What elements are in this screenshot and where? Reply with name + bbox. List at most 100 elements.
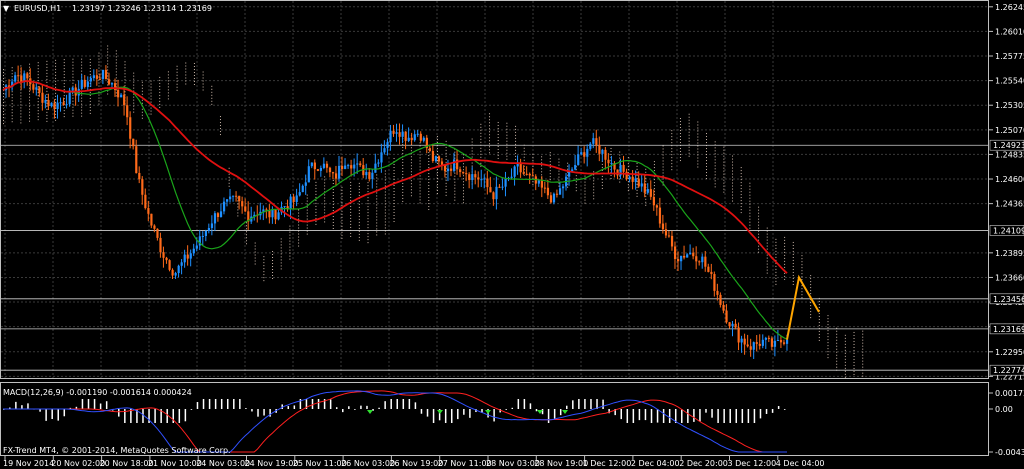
candle-body[interactable] [71, 87, 74, 91]
candle-body[interactable] [107, 79, 111, 85]
candle-body[interactable] [201, 235, 204, 237]
candle-body[interactable] [310, 162, 313, 167]
candle-body[interactable] [50, 103, 53, 106]
candle-body[interactable] [132, 138, 135, 147]
candle-body[interactable] [649, 189, 652, 197]
candle-body[interactable] [83, 79, 86, 87]
candle-body[interactable] [101, 69, 105, 79]
candle-body[interactable] [540, 180, 543, 188]
candle-body[interactable] [331, 172, 335, 174]
candle-body[interactable] [222, 201, 226, 212]
candle-body[interactable] [232, 195, 235, 197]
candle-body[interactable] [510, 176, 513, 178]
candle-body[interactable] [180, 262, 183, 266]
candle-body[interactable] [689, 252, 692, 255]
candle-body[interactable] [386, 142, 389, 149]
candle-body[interactable] [204, 230, 208, 236]
candle-body[interactable] [437, 156, 441, 162]
candle-body[interactable] [622, 164, 625, 172]
candle-body[interactable] [634, 178, 637, 182]
candle-body[interactable] [144, 194, 147, 209]
candle-body[interactable] [123, 94, 126, 106]
candle-body[interactable] [710, 271, 713, 275]
candle-body[interactable] [359, 163, 362, 166]
candle-body[interactable] [595, 138, 598, 145]
candle-body[interactable] [398, 132, 401, 137]
candle-body[interactable] [683, 255, 686, 258]
candle-body[interactable] [719, 294, 722, 305]
candle-body[interactable] [153, 225, 156, 229]
candle-body[interactable] [431, 150, 435, 162]
candle-body[interactable] [162, 252, 165, 258]
candle-body[interactable] [486, 178, 489, 188]
candle-body[interactable] [356, 163, 359, 165]
candle-body[interactable] [56, 102, 59, 109]
candle-body[interactable] [328, 167, 332, 173]
candle-body[interactable] [516, 163, 519, 167]
candle-body[interactable] [537, 180, 540, 184]
candle-body[interactable] [104, 69, 108, 80]
candle-body[interactable] [552, 193, 556, 203]
candle-body[interactable] [244, 206, 247, 212]
candle-body[interactable] [755, 342, 758, 344]
candle-body[interactable] [156, 228, 159, 238]
candle-body[interactable] [513, 166, 516, 177]
candle-body[interactable] [677, 259, 680, 262]
candle-body[interactable] [341, 165, 344, 170]
candle-body[interactable] [165, 257, 168, 261]
candle-body[interactable] [26, 73, 29, 79]
candle-body[interactable] [62, 102, 65, 105]
candle-body[interactable] [701, 256, 704, 263]
candle-body[interactable] [658, 207, 662, 224]
candle-body[interactable] [368, 172, 371, 179]
candle-body[interactable] [598, 144, 601, 154]
candle-body[interactable] [746, 344, 749, 347]
candle-body[interactable] [98, 78, 102, 80]
candle-body[interactable] [80, 79, 83, 89]
candle-body[interactable] [468, 174, 471, 180]
candle-body[interactable] [785, 339, 789, 344]
candle-body[interactable] [465, 173, 468, 175]
candle-body[interactable] [377, 162, 380, 164]
candle-body[interactable] [289, 196, 292, 210]
candle-body[interactable] [446, 168, 450, 172]
candle-body[interactable] [44, 100, 47, 103]
candle-body[interactable] [667, 235, 671, 237]
candle-body[interactable] [604, 149, 607, 160]
chart-menu-icon[interactable]: ▼ [3, 4, 10, 13]
candle-body[interactable] [528, 173, 531, 176]
candle-body[interactable] [434, 156, 438, 162]
candle-body[interactable] [59, 102, 62, 104]
candle-body[interactable] [229, 196, 232, 200]
candle-body[interactable] [65, 104, 68, 106]
candle-body[interactable] [365, 172, 368, 176]
candle-body[interactable] [225, 199, 229, 202]
candle-body[interactable] [274, 209, 277, 220]
candle-body[interactable] [174, 273, 177, 276]
candle-body[interactable] [443, 165, 447, 172]
candle-body[interactable] [728, 322, 731, 327]
candle-body[interactable] [350, 165, 353, 169]
candle-body[interactable] [637, 178, 640, 187]
candle-body[interactable] [371, 172, 374, 179]
candle-body[interactable] [301, 185, 304, 193]
candle-body[interactable] [770, 338, 774, 347]
candle-body[interactable] [692, 252, 695, 257]
candle-body[interactable] [664, 229, 668, 236]
candle-body[interactable] [628, 176, 631, 180]
candle-body[interactable] [752, 342, 755, 350]
candle-body[interactable] [734, 323, 737, 328]
candle-body[interactable] [410, 137, 413, 141]
candle-body[interactable] [322, 163, 326, 168]
candle-body[interactable] [495, 186, 498, 200]
candle-body[interactable] [319, 167, 323, 171]
candle-body[interactable] [453, 159, 456, 171]
candle-body[interactable] [428, 148, 431, 151]
candle-body[interactable] [295, 195, 298, 202]
candle-body[interactable] [89, 78, 92, 82]
candle-body[interactable] [773, 340, 777, 347]
candle-body[interactable] [577, 154, 580, 166]
candle-body[interactable] [489, 187, 492, 193]
candle-body[interactable] [383, 148, 386, 153]
candle-body[interactable] [673, 246, 677, 260]
